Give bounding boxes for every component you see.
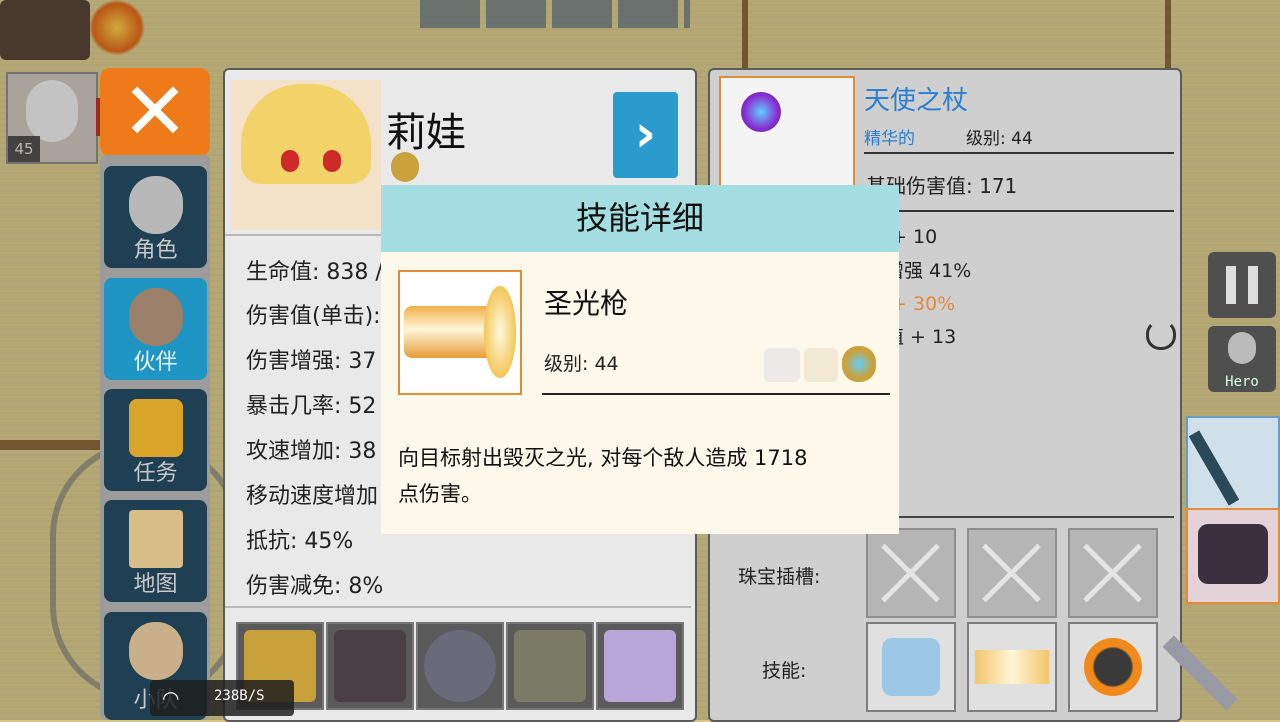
stat-damage-single: 伤害值(单击): bbox=[246, 304, 381, 329]
quick-slot-weapon[interactable] bbox=[1186, 508, 1280, 604]
divider bbox=[864, 210, 1174, 212]
curved-sword-icon bbox=[1188, 430, 1240, 506]
close-button[interactable]: ✕ bbox=[100, 68, 210, 156]
trophy-icon bbox=[129, 399, 183, 457]
viking-helmet-icon bbox=[129, 288, 183, 346]
ring-icon bbox=[424, 630, 496, 702]
gem-slot-empty[interactable] bbox=[967, 528, 1057, 618]
divider bbox=[864, 516, 1174, 518]
skill-slot-meteor[interactable] bbox=[1068, 622, 1158, 712]
dark-blade-icon bbox=[1198, 524, 1268, 584]
nav-tab-character[interactable]: 角色 bbox=[104, 166, 207, 268]
feather-necklace-icon bbox=[604, 630, 676, 702]
skill-slot-holy-lance[interactable] bbox=[967, 622, 1057, 712]
staff-class-icon bbox=[842, 346, 876, 382]
refresh-icon[interactable] bbox=[1146, 320, 1176, 350]
meteor-icon bbox=[1084, 638, 1142, 696]
next-partner-button[interactable]: › bbox=[613, 92, 678, 178]
sword-class-icon bbox=[764, 348, 800, 382]
wifi-icon: ◠ bbox=[162, 686, 180, 710]
equip-slot-necklace[interactable] bbox=[596, 622, 684, 710]
divider bbox=[864, 152, 1174, 154]
nav-tab-label: 伙伴 bbox=[133, 350, 178, 375]
nav-tab-label: 任务 bbox=[133, 461, 178, 486]
pause-button[interactable] bbox=[1208, 252, 1276, 318]
stat-damage-reduction: 伤害减免: 8% bbox=[246, 574, 384, 599]
skill-level: 级别: 44 bbox=[544, 353, 619, 375]
portrait-eye bbox=[281, 150, 299, 172]
nav-tab-quest[interactable]: 任务 bbox=[104, 389, 207, 491]
portrait-eye bbox=[323, 150, 341, 172]
equip-slot-armor[interactable] bbox=[326, 622, 414, 710]
helmet-icon bbox=[129, 176, 183, 234]
gem-slots-label: 珠宝插槽: bbox=[738, 566, 821, 588]
gem-slot-empty[interactable] bbox=[1068, 528, 1158, 618]
nav-tab-map[interactable]: 地图 bbox=[104, 500, 207, 602]
popup-title: 技能详细 bbox=[381, 185, 899, 252]
quick-slot-sword[interactable] bbox=[1186, 416, 1280, 512]
staff-class-icon bbox=[391, 152, 419, 182]
battle-axe-sprite bbox=[1162, 608, 1274, 718]
knight-helmet-icon bbox=[1228, 332, 1256, 364]
stat-damage-boost: 伤害增强: 37 bbox=[246, 349, 377, 374]
pause-icon bbox=[1226, 266, 1236, 304]
status-bar: ◠ 238B/S bbox=[150, 680, 294, 716]
equip-slot-ring[interactable] bbox=[416, 622, 504, 710]
cloak-icon bbox=[334, 630, 406, 702]
nav-tab-label: 角色 bbox=[133, 238, 178, 263]
skill-slot-wind[interactable] bbox=[866, 622, 956, 712]
gem-slot-empty[interactable] bbox=[866, 528, 956, 618]
stat-crit-chance: 暴击几率: 52 bbox=[246, 394, 377, 419]
orb-staff-icon bbox=[741, 92, 781, 132]
divider bbox=[225, 606, 691, 608]
bow-class-icon bbox=[804, 348, 838, 382]
skill-description-line2: 点伤害。 bbox=[398, 482, 482, 506]
stat-resist: 抵抗: 45% bbox=[246, 529, 354, 554]
skill-name: 圣光枪 bbox=[544, 287, 629, 320]
item-quality: 精华的 bbox=[864, 129, 915, 149]
item-icon-frame bbox=[719, 76, 855, 190]
wind-blade-icon bbox=[882, 638, 940, 696]
character-portrait bbox=[231, 80, 381, 230]
skills-label: 技能: bbox=[762, 660, 807, 682]
nav-tab-label: 地图 bbox=[133, 572, 178, 597]
stat-hp: 生命值: 838 / bbox=[246, 260, 383, 285]
holy-lance-icon bbox=[975, 650, 1049, 684]
pause-icon bbox=[1248, 266, 1258, 304]
network-speed: 238B/S bbox=[214, 688, 265, 704]
hero-button[interactable]: Hero bbox=[1208, 326, 1276, 392]
team-icon bbox=[129, 622, 183, 680]
scroll-map-icon bbox=[129, 510, 183, 568]
stat-move-speed: 移动速度增加 bbox=[246, 484, 379, 509]
item-level: 级别: 44 bbox=[966, 129, 1033, 149]
divider bbox=[542, 393, 890, 395]
holy-lance-icon bbox=[404, 306, 490, 358]
portrait-hair bbox=[241, 84, 371, 184]
hero-label: Hero bbox=[1225, 374, 1259, 390]
skill-description-line1: 向目标射出毁灭之光, 对每个敌人造成 1718 bbox=[398, 446, 808, 470]
item-name: 天使之杖 bbox=[864, 86, 969, 116]
bracelet-icon bbox=[514, 630, 586, 702]
character-name: 莉娃 bbox=[386, 110, 466, 156]
equip-slot-bracelet[interactable] bbox=[506, 622, 594, 710]
nav-tab-partner[interactable]: 伙伴 bbox=[104, 278, 207, 380]
skill-icon-frame bbox=[398, 270, 522, 395]
stat-attack-speed: 攻速增加: 38 bbox=[246, 439, 377, 464]
light-burst-icon bbox=[484, 286, 516, 378]
